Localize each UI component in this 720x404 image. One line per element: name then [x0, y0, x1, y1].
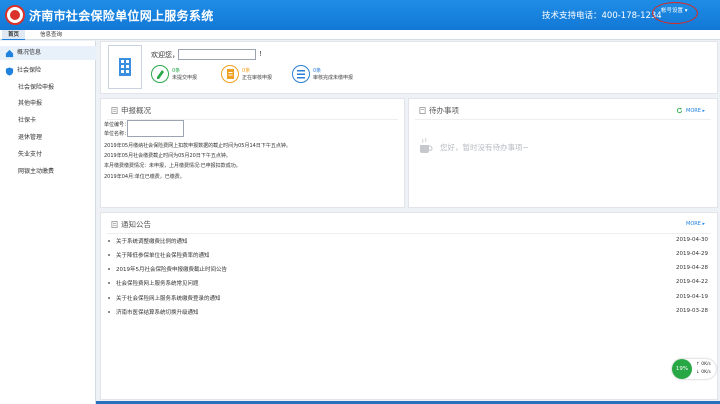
sidebar-item-social-insurance[interactable]: 社会保险	[0, 64, 96, 78]
refresh-icon[interactable]	[676, 107, 683, 114]
sidebar-item-label: 失业支付	[18, 151, 43, 158]
user-name-field	[178, 49, 256, 60]
stat-count: 0条	[313, 68, 322, 74]
document-icon	[111, 107, 118, 114]
notice-title[interactable]: 关于降低参保单位社会保险费率的通知	[116, 251, 210, 259]
home-icon	[5, 49, 14, 58]
divider	[107, 233, 711, 234]
document-icon	[111, 221, 118, 228]
stat-unsubmitted[interactable]: 0条 未提交申报	[151, 65, 221, 85]
notice-date: 2019-04-22	[676, 279, 708, 285]
notice-title[interactable]: 社会保险费网上服务系统常见问题	[116, 279, 199, 287]
divider	[415, 119, 711, 120]
sidebar-item-label: 社会保险申报	[18, 84, 55, 91]
declare-title-text: 申报概况	[121, 106, 151, 115]
notice-title[interactable]: 关于系统调整缴费比例的通知	[116, 237, 188, 245]
declare-panel-title: 申报概况	[111, 105, 151, 116]
bullet	[108, 282, 110, 284]
speed-percent: 19%	[672, 359, 692, 379]
sidebar-item-label: 网银主动缴费	[18, 168, 55, 175]
list-icon	[292, 65, 310, 83]
notice-date: 2019-04-30	[676, 237, 708, 243]
notice-title[interactable]: 关于社会保险网上服务系统缴费登录的通知	[116, 294, 221, 302]
sidebar-item-online-payment[interactable]: 网银主动缴费	[0, 165, 96, 179]
building-icon	[119, 58, 131, 76]
company-avatar	[108, 45, 142, 89]
stat-label: 审核完成未缴申报	[313, 75, 354, 81]
notice-item[interactable]: 济南市医保结算系统切换升级通知 2019-03-28	[108, 307, 708, 319]
stat-count: 0条	[242, 68, 251, 74]
declare-line: 2019年05月缴纳社会保险费网上扣款申报数据的截止时间为05月14日下午五点钟…	[104, 143, 291, 149]
sidebar-item-label: 退休管理	[18, 134, 43, 141]
shield-icon	[5, 67, 14, 76]
download-speed: ↓ 0K/s	[696, 370, 711, 375]
bullet	[108, 311, 110, 313]
bullet	[108, 254, 110, 256]
support-phone: 技术支持电话：400-178-1234	[542, 11, 662, 21]
sidebar-item-insurance-declare[interactable]: 社会保险申报	[0, 81, 96, 95]
stat-label: 正在审核申报	[242, 75, 273, 81]
todo-panel-title: 待办事项	[419, 105, 459, 116]
notice-date: 2019-03-28	[676, 308, 708, 314]
bullet	[108, 297, 110, 299]
stat-count: 0条	[172, 68, 181, 74]
account-settings-label: 帐号设置 ▾	[661, 8, 688, 14]
declare-line: 2019年04月:单位已缴费，已缴费。	[104, 174, 185, 180]
network-speed-widget[interactable]: 19% ↑ 0K/s ↓ 0K/s	[672, 359, 716, 379]
sidebar: 概况信息 社会保险 社会保险申报 其他申报 社保卡 退休管理 失业支付 网银主动…	[0, 41, 96, 404]
welcome-text: 欢迎您，	[151, 51, 179, 59]
stat-label: 未提交申报	[172, 75, 198, 81]
sidebar-item-unemployment[interactable]: 失业支付	[0, 148, 96, 162]
unit-name-field	[127, 120, 184, 137]
notice-item[interactable]: 关于系统调整缴费比例的通知 2019-04-30	[108, 236, 708, 248]
notice-date: 2019-04-19	[676, 294, 708, 300]
stat-unpaid[interactable]: 0条 审核完成未缴申报	[292, 65, 372, 85]
sidebar-item-label: 其他申报	[18, 100, 43, 107]
sidebar-item-retirement[interactable]: 退休管理	[0, 131, 96, 145]
todo-more-link[interactable]: MORE ▸	[686, 108, 705, 114]
document-icon	[419, 107, 426, 114]
notices-more-link[interactable]: MORE ▸	[686, 221, 705, 227]
todo-empty-message: 您好，暂时没有待办事项~	[440, 143, 529, 152]
bullet	[108, 268, 110, 270]
unit-name-label: 单位名称：	[104, 131, 130, 137]
sidebar-item-social-card[interactable]: 社保卡	[0, 114, 96, 128]
notices-panel-title: 通知公告	[111, 219, 151, 230]
account-settings-button[interactable]: 帐号设置 ▾	[652, 2, 698, 24]
pen-icon	[151, 65, 169, 83]
tab-info-query[interactable]: 信息查询	[34, 30, 68, 40]
notice-item[interactable]: 关于社会保险网上服务系统缴费登录的通知 2019-04-19	[108, 293, 708, 305]
notice-title[interactable]: 济南市医保结算系统切换升级通知	[116, 308, 199, 316]
app-title: 济南市社会保险单位网上服务系统	[29, 9, 214, 23]
notice-item[interactable]: 社会保险费网上服务系统常见问题 2019-04-22	[108, 278, 708, 290]
unit-code-label: 单位编号：	[104, 122, 130, 128]
notice-item[interactable]: 关于降低参保单位社会保险费率的通知 2019-04-29	[108, 250, 708, 262]
notice-date: 2019-04-29	[676, 251, 708, 257]
sidebar-item-label: 社保卡	[18, 117, 37, 124]
notice-title[interactable]: 2019年5月社会保险费申报缴费截止时间公告	[116, 265, 227, 273]
notices-title-text: 通知公告	[121, 220, 151, 229]
todo-panel: 待办事项	[408, 98, 718, 208]
welcome-exclaim: !	[259, 50, 262, 58]
sidebar-item-overview[interactable]: 概况信息	[0, 46, 96, 60]
notice-date: 2019-04-28	[676, 265, 708, 271]
top-header: 济南市社会保险单位网上服务系统 技术支持电话：400-178-1234 帐号设置…	[0, 0, 720, 30]
tab-bar: 首页 信息查询	[0, 30, 720, 40]
sidebar-item-label: 社会保险	[17, 67, 42, 74]
declare-line: 2019年05月社会缴费截止时间为05月20日下午五点钟。	[104, 153, 231, 159]
bullet	[108, 240, 110, 242]
notice-item[interactable]: 2019年5月社会保险费申报缴费截止时间公告 2019-04-28	[108, 264, 708, 276]
tab-home[interactable]: 首页	[2, 30, 26, 40]
coffee-cup-icon	[420, 137, 433, 153]
sidebar-item-other-declare[interactable]: 其他申报	[0, 97, 96, 111]
document-icon	[221, 65, 239, 83]
stat-reviewing[interactable]: 0条 正在审核申报	[221, 65, 291, 85]
declare-line: 本月缴费缴费情况：未申报，上月缴费情况:已申报扣款成功。	[104, 163, 241, 169]
social-insurance-logo-icon	[5, 5, 25, 25]
upload-speed: ↑ 0K/s	[696, 362, 711, 367]
sidebar-item-label: 概况信息	[17, 49, 42, 56]
todo-title-text: 待办事项	[429, 106, 459, 115]
